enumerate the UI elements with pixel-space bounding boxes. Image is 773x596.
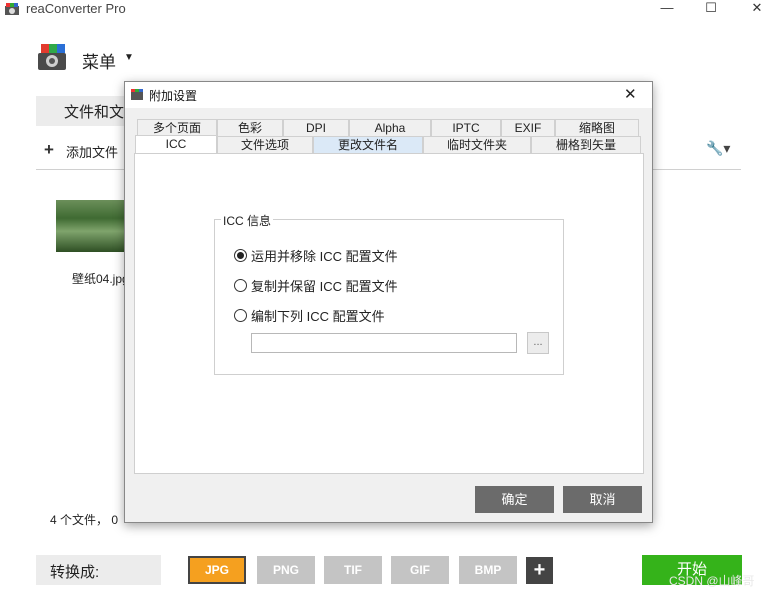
format-button-png[interactable]: PNG (257, 556, 315, 584)
tab-iptc[interactable]: IPTC (431, 119, 501, 136)
radio-selected-icon[interactable] (234, 249, 247, 262)
tab-color[interactable]: 色彩 (217, 119, 283, 136)
radio-label: 运用并移除 ICC 配置文件 (251, 249, 398, 264)
watermark-text: CSDN @山峰哥 (669, 574, 755, 588)
menu-label[interactable]: 菜单 (82, 48, 116, 73)
format-button-tif[interactable]: TIF (324, 556, 382, 584)
files-tab-label: 文件和文 (64, 104, 125, 121)
menu-caret-icon[interactable]: ▼ (124, 52, 134, 63)
app-logo-icon (5, 3, 19, 15)
dialog-close-button[interactable]: ✕ (624, 85, 637, 103)
add-format-button[interactable]: + (526, 557, 553, 584)
dialog-titlebar (125, 82, 652, 108)
tab-multipage[interactable]: 多个页面 (137, 119, 217, 136)
window-title: reaConverter Pro (26, 1, 126, 16)
tab-icc[interactable]: ICC (135, 135, 217, 154)
radio-label: 编制下列 ICC 配置文件 (251, 309, 385, 324)
status-file-count: 4 个文件， 0 (50, 513, 119, 527)
format-button-jpg[interactable]: JPG (188, 556, 246, 584)
tab-exif[interactable]: EXIF (501, 119, 555, 136)
add-file-button[interactable]: 添加文件 (66, 142, 118, 161)
convert-to-label-box: 转换成: (36, 555, 161, 585)
dialog-app-icon (131, 89, 143, 100)
radio-unselected-icon[interactable] (234, 279, 247, 292)
close-button[interactable]: ✕ (734, 0, 773, 18)
files-tab[interactable]: 文件和文 (36, 96, 128, 126)
format-button-gif[interactable]: GIF (391, 556, 449, 584)
radio-option-copy-keep[interactable]: 复制并保留 ICC 配置文件 (234, 276, 398, 295)
tab-temp-folder[interactable]: 临时文件夹 (423, 136, 531, 153)
format-button-bmp[interactable]: BMP (459, 556, 517, 584)
tab-dpi[interactable]: DPI (283, 119, 349, 136)
cancel-button[interactable]: 取消 (563, 486, 642, 513)
icc-group-title: ICC 信息 (221, 212, 274, 229)
settings-wrench-icon[interactable]: 🔧▾ (706, 140, 730, 157)
add-file-plus-icon[interactable]: + (44, 140, 54, 160)
radio-unselected-icon[interactable] (234, 309, 247, 322)
convert-to-label: 转换成: (50, 564, 100, 581)
icc-profile-path-input[interactable] (251, 333, 517, 353)
tab-raster-to-vector[interactable]: 栅格到矢量 (531, 136, 641, 153)
tab-file-options[interactable]: 文件选项 (217, 136, 313, 153)
radio-option-apply-remove[interactable]: 运用并移除 ICC 配置文件 (234, 246, 398, 265)
maximize-button[interactable]: ☐ (688, 0, 734, 18)
tab-rename-file[interactable]: 更改文件名 (313, 136, 423, 153)
radio-label: 复制并保留 ICC 配置文件 (251, 279, 398, 294)
dialog-title: 附加设置 (149, 89, 198, 103)
menu-logo-icon[interactable] (36, 42, 68, 72)
radio-option-embed-profile[interactable]: 编制下列 ICC 配置文件 (234, 306, 385, 325)
additional-settings-dialog: 附加设置 ✕ 多个页面 色彩 DPI Alpha IPTC EXIF 缩略图 I… (124, 81, 653, 523)
tab-alpha[interactable]: Alpha (349, 119, 431, 136)
file-thumbnail[interactable] (56, 200, 124, 252)
minimize-button[interactable]: — (644, 0, 690, 18)
browse-button[interactable]: ... (527, 332, 549, 354)
tab-thumbnail[interactable]: 缩略图 (555, 119, 639, 136)
ok-button[interactable]: 确定 (475, 486, 554, 513)
file-caption: 壁纸04.jpg (72, 272, 129, 286)
